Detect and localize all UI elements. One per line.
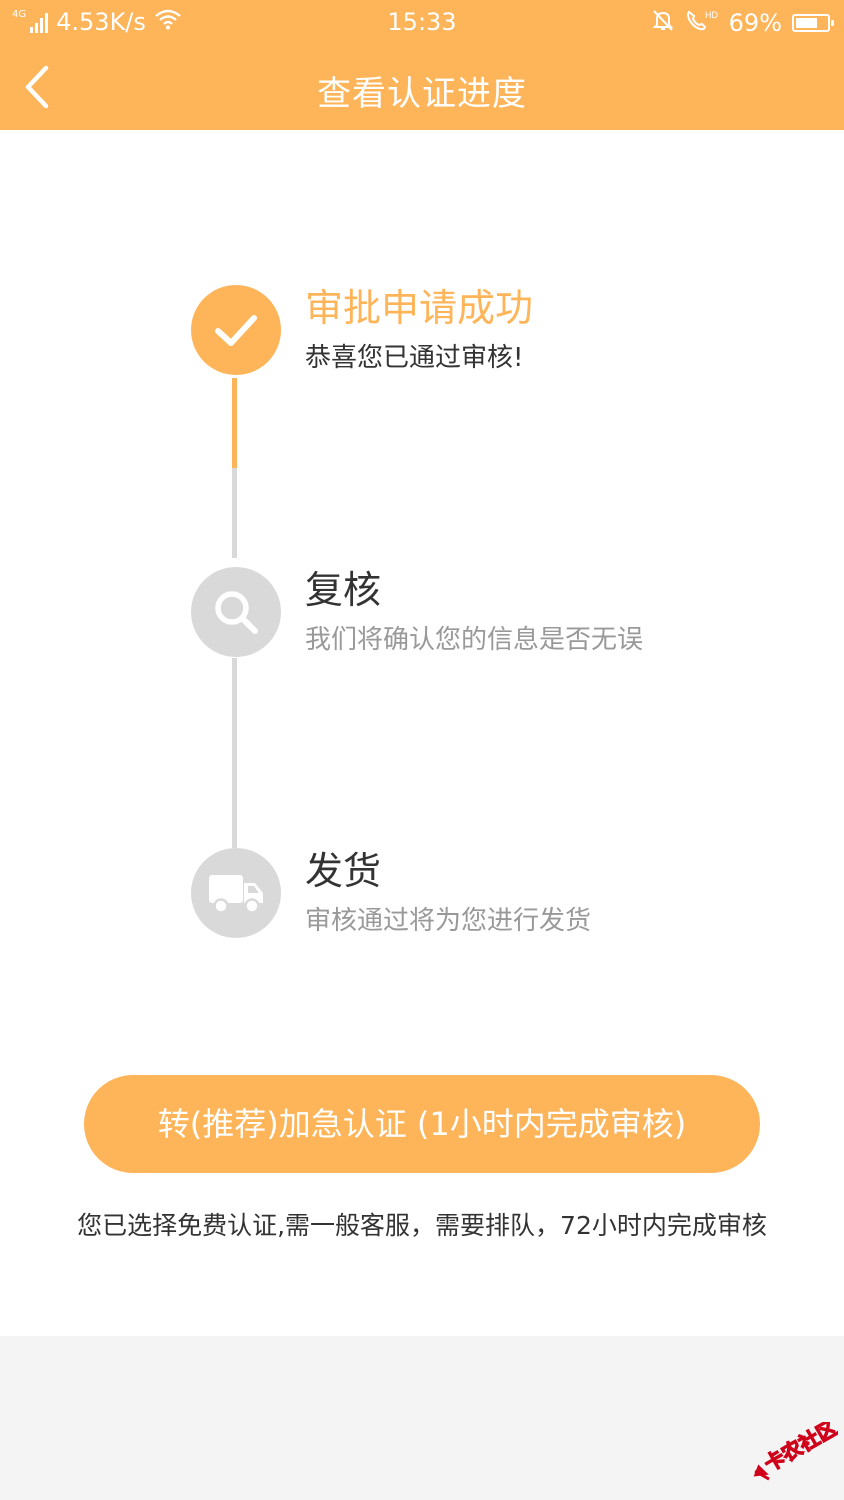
step-title: 审批申请成功 xyxy=(305,286,534,330)
progress-line-pending-1 xyxy=(232,468,237,558)
page-title: 查看认证进度 xyxy=(317,74,527,114)
progress-line-pending-2 xyxy=(232,658,237,848)
step-desc: 恭喜您已通过审核! xyxy=(305,343,524,373)
battery-icon xyxy=(792,14,834,32)
search-icon xyxy=(215,591,258,634)
step-status-circle xyxy=(191,285,281,375)
app-header: 4G 4.53K/s 15:33 HD 69% 查看认证进度 xyxy=(0,0,844,130)
progress-line-active xyxy=(232,378,237,468)
progress-content: 审批申请成功 恭喜您已通过审核! 复核 我们将确认您的信息是否无误 发货 审核通… xyxy=(0,130,844,1336)
step-status-circle xyxy=(191,848,281,938)
step-desc: 我们将确认您的信息是否无误 xyxy=(305,625,644,655)
battery-fill xyxy=(796,18,817,28)
expedite-verification-button[interactable]: 转(推荐)加急认证 (1小时内完成审核) xyxy=(84,1075,760,1173)
mute-bell-icon xyxy=(651,8,675,38)
step-title: 发货 xyxy=(305,849,382,893)
check-icon xyxy=(215,315,257,346)
step-desc: 审核通过将为您进行发货 xyxy=(305,906,592,936)
nav-bar: 查看认证进度 xyxy=(0,46,844,130)
hd-call-icon: HD xyxy=(685,8,719,38)
svg-text:卡农社区: 卡农社区 xyxy=(760,1422,838,1476)
svg-text:HD: HD xyxy=(705,10,718,20)
truck-icon xyxy=(209,875,263,914)
status-bar: 4G 4.53K/s 15:33 HD 69% xyxy=(0,0,844,46)
battery-percent: 69% xyxy=(728,9,782,37)
watermark-logo: 卡农社区 xyxy=(738,1415,842,1482)
step-title: 复核 xyxy=(305,568,382,612)
status-right: HD 69% xyxy=(651,8,834,38)
step-status-circle xyxy=(191,567,281,657)
free-verification-note: 您已选择免费认证,需一般客服，需要排队，72小时内完成审核 xyxy=(77,1211,767,1240)
